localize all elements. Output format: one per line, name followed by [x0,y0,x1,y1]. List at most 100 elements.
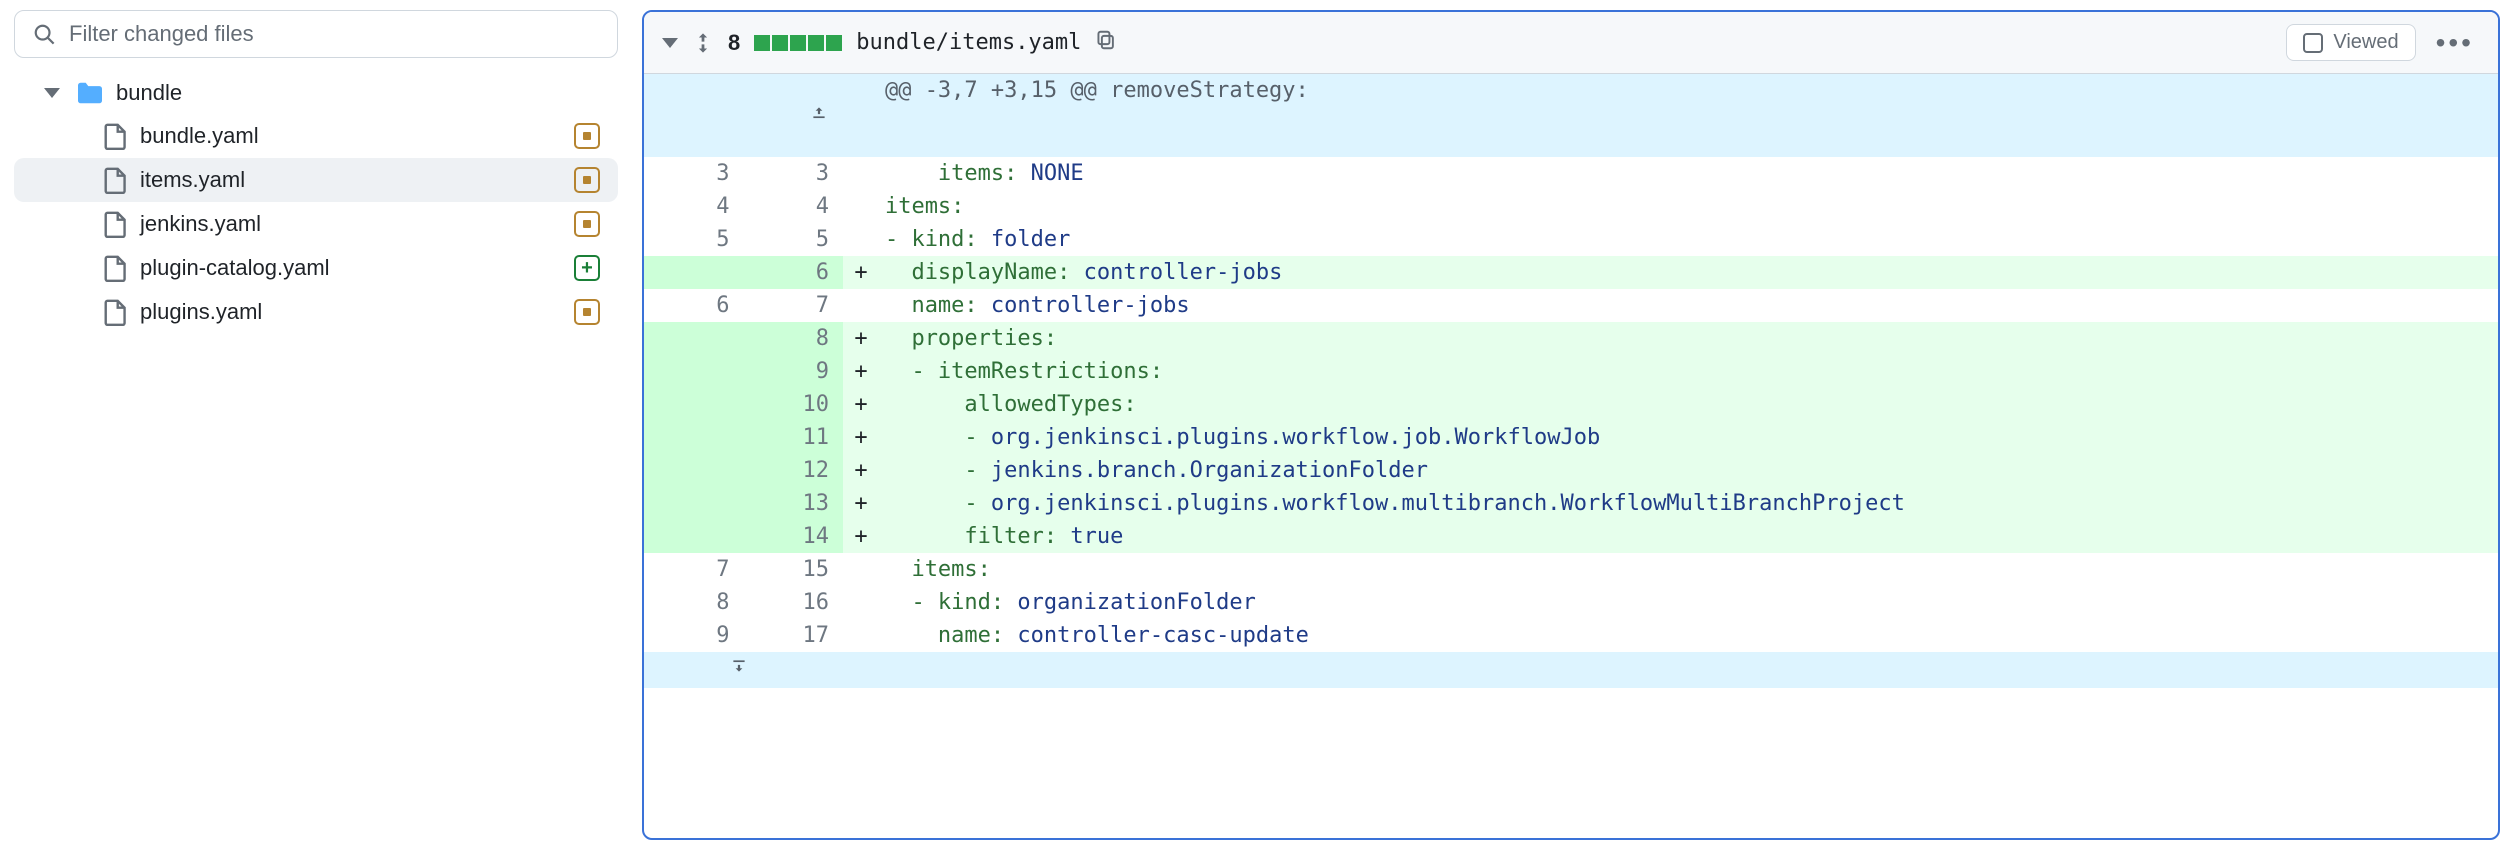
expand-all-icon[interactable] [692,32,714,54]
new-line-number: 12 [743,454,842,487]
diff-sign [843,553,879,586]
diff-sign [843,289,879,322]
diff-line[interactable]: 13+ - org.jenkinsci.plugins.workflow.mul… [644,487,2498,520]
diff-code: - org.jenkinsci.plugins.workflow.multibr… [879,487,2498,520]
diff-table: @@ -3,7 +3,15 @@ removeStrategy: 33 item… [644,74,2498,688]
hunk-header-text: @@ -3,7 +3,15 @@ removeStrategy: [879,74,2498,157]
diff-line[interactable]: 33 items: NONE [644,157,2498,190]
old-line-number [644,256,743,289]
filter-files-input[interactable] [69,21,599,47]
expand-up-icon[interactable] [644,74,843,157]
diff-file-path[interactable]: bundle/items.yaml [856,30,1081,55]
diff-line[interactable]: 67 name: controller-jobs [644,289,2498,322]
diff-line[interactable]: 12+ - jenkins.branch.OrganizationFolder [644,454,2498,487]
status-modified-icon [574,211,600,237]
tree-file[interactable]: items.yaml [14,158,618,202]
status-modified-icon [574,123,600,149]
filter-files-input-wrap[interactable] [14,10,618,58]
diff-line[interactable]: 10+ allowedTypes: [644,388,2498,421]
folder-icon [76,81,104,105]
new-line-number: 6 [743,256,842,289]
tree-file[interactable]: jenkins.yaml [14,202,618,246]
diff-code: allowedTypes: [879,388,2498,421]
tree-file[interactable]: bundle.yaml [14,114,618,158]
diff-line[interactable]: 816 - kind: organizationFolder [644,586,2498,619]
diff-sign [843,223,879,256]
file-icon [104,254,128,282]
search-icon [33,23,55,45]
diff-sign: + [843,388,879,421]
diff-line[interactable]: 6+ displayName: controller-jobs [644,256,2498,289]
old-line-number: 8 [644,586,743,619]
old-line-number: 9 [644,619,743,652]
old-line-number: 6 [644,289,743,322]
diff-code: items: [879,553,2498,586]
tree-file[interactable]: plugins.yaml [14,290,618,334]
diff-line[interactable]: 715 items: [644,553,2498,586]
diff-code: filter: true [879,520,2498,553]
old-line-number [644,454,743,487]
diff-code: - kind: folder [879,223,2498,256]
old-line-number [644,520,743,553]
diff-line[interactable]: 917 name: controller-casc-update [644,619,2498,652]
diff-panel: 8 bundle/items.yaml Viewed ••• [642,10,2500,840]
old-line-number [644,355,743,388]
diff-code: displayName: controller-jobs [879,256,2498,289]
diff-line[interactable]: 9+ - itemRestrictions: [644,355,2498,388]
diff-code: - org.jenkinsci.plugins.workflow.job.Wor… [879,421,2498,454]
new-line-number: 3 [743,157,842,190]
new-line-number: 11 [743,421,842,454]
old-line-number [644,388,743,421]
expand-down-row[interactable] [644,652,2498,688]
diff-sign: + [843,454,879,487]
diff-sign: + [843,322,879,355]
file-icon [104,298,128,326]
old-line-number: 4 [644,190,743,223]
diff-sign [843,190,879,223]
old-line-number [644,322,743,355]
expand-down-icon[interactable] [644,652,843,688]
old-line-number: 5 [644,223,743,256]
tree-file[interactable]: plugin-catalog.yaml + [14,246,618,290]
tree-folder-bundle[interactable]: bundle [14,72,618,114]
status-added-icon: + [574,255,600,281]
copy-path-icon[interactable] [1095,29,1117,57]
collapse-file-icon[interactable] [662,38,678,48]
tree-file-label: plugins.yaml [140,299,562,325]
diff-sign [843,586,879,619]
old-line-number [644,421,743,454]
diff-code: - jenkins.branch.OrganizationFolder [879,454,2498,487]
diff-code: items: NONE [879,157,2498,190]
viewed-toggle[interactable]: Viewed [2286,24,2415,61]
change-count: 8 [728,30,740,56]
diff-line[interactable]: 11+ - org.jenkinsci.plugins.workflow.job… [644,421,2498,454]
diff-code: name: controller-casc-update [879,619,2498,652]
new-line-number: 14 [743,520,842,553]
diff-line[interactable]: 8+ properties: [644,322,2498,355]
diff-code: items: [879,190,2498,223]
diff-code: - kind: organizationFolder [879,586,2498,619]
new-line-number: 17 [743,619,842,652]
diff-line[interactable]: 14+ filter: true [644,520,2498,553]
diff-line[interactable]: 55- kind: folder [644,223,2498,256]
file-tree-sidebar: bundle bundle.yaml items.yamljenkins.yaml… [0,0,632,850]
file-icon [104,122,128,150]
diff-sign [843,619,879,652]
diff-sign [843,157,879,190]
new-line-number: 15 [743,553,842,586]
new-line-number: 9 [743,355,842,388]
file-icon [104,210,128,238]
tree-file-label: plugin-catalog.yaml [140,255,562,281]
new-line-number: 13 [743,487,842,520]
new-line-number: 8 [743,322,842,355]
chevron-down-icon [44,88,60,98]
more-menu-icon[interactable]: ••• [2430,27,2480,59]
diff-line[interactable]: 44items: [644,190,2498,223]
diff-code: properties: [879,322,2498,355]
file-tree: bundle bundle.yaml items.yamljenkins.yaml… [14,72,618,334]
tree-file-label: bundle.yaml [140,123,562,149]
viewed-checkbox[interactable] [2303,33,2323,53]
new-line-number: 16 [743,586,842,619]
diff-sign: + [843,256,879,289]
diff-sign: + [843,520,879,553]
